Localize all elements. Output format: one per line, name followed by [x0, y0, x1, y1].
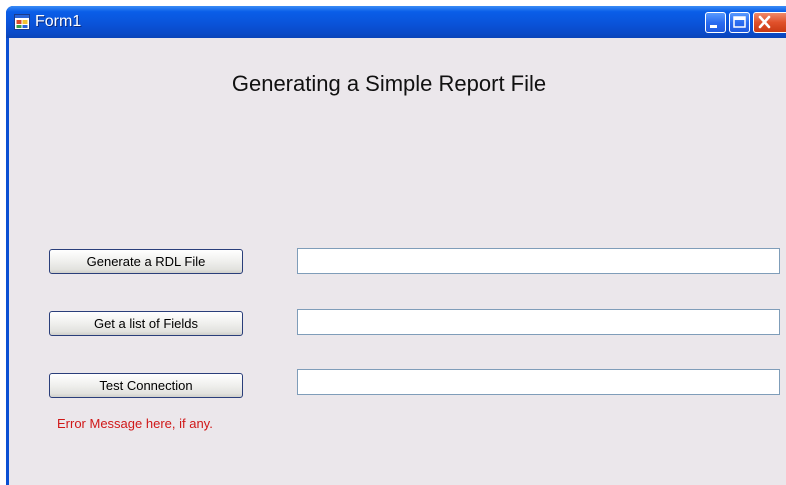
- form-client-area: Generating a Simple Report File Generate…: [9, 38, 786, 485]
- window-title: Form1: [35, 13, 82, 30]
- rdl-output-field[interactable]: [297, 248, 780, 274]
- get-list-of-fields-button[interactable]: Get a list of Fields: [49, 311, 243, 336]
- minimize-icon: [710, 25, 717, 28]
- test-connection-button[interactable]: Test Connection: [49, 373, 243, 398]
- error-message-label: Error Message here, if any.: [57, 416, 213, 431]
- minimize-button[interactable]: [705, 12, 726, 33]
- fields-output-field[interactable]: [297, 309, 780, 335]
- form-window: Form1 Generating a Simple Report File Ge…: [6, 6, 786, 485]
- close-icon: [758, 15, 771, 29]
- connection-output-field[interactable]: [297, 369, 780, 395]
- generate-rdl-file-button[interactable]: Generate a RDL File: [49, 249, 243, 274]
- maximize-icon: [733, 16, 746, 28]
- close-button[interactable]: [753, 12, 786, 33]
- form-app-icon[interactable]: [14, 14, 30, 30]
- maximize-button[interactable]: [729, 12, 750, 33]
- title-bar[interactable]: Form1: [6, 6, 786, 38]
- page-title: Generating a Simple Report File: [231, 71, 547, 96]
